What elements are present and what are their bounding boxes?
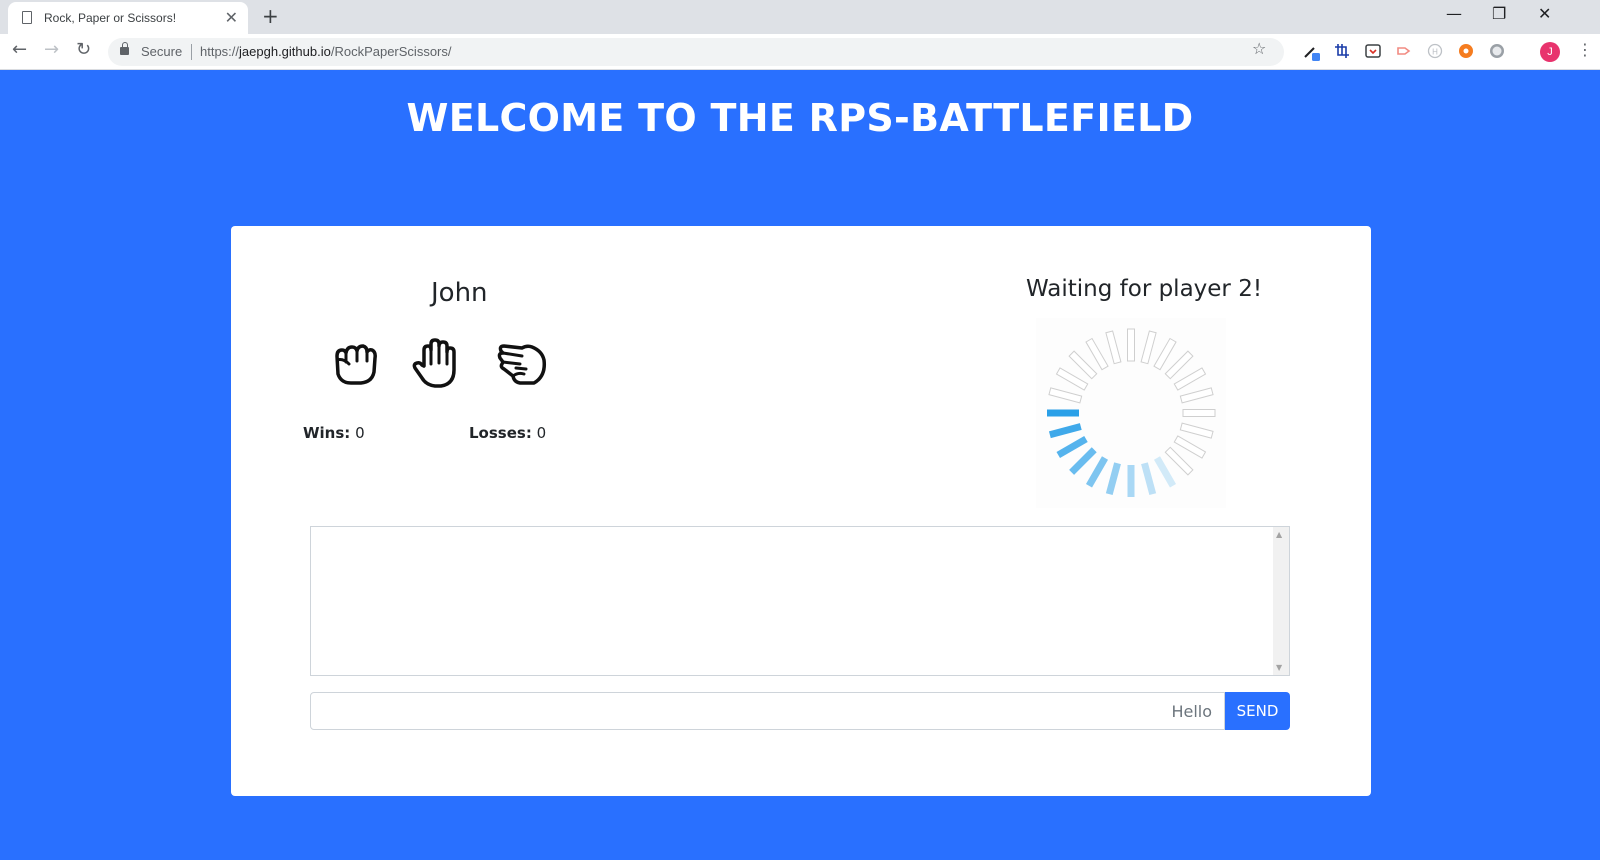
tab-title: Rock, Paper or Scissors!	[44, 11, 177, 25]
lock-icon	[120, 42, 129, 55]
spinner-segment	[1179, 422, 1214, 439]
back-button[interactable]: ←	[12, 39, 27, 60]
address-bar[interactable]: Secure https://jaepgh.github.io/RockPape…	[108, 38, 1284, 66]
chat-scrollbar[interactable]: ▲ ▼	[1273, 527, 1289, 675]
rock-choice-icon[interactable]	[327, 336, 381, 390]
losses-stat: Losses: 0	[469, 424, 546, 442]
forward-button[interactable]: →	[44, 39, 59, 60]
spinner-segment	[1127, 465, 1135, 497]
menu-icon[interactable]: ⋮	[1577, 40, 1593, 59]
player1-name: John	[431, 278, 488, 308]
pocket-extension-icon[interactable]	[1365, 43, 1381, 59]
tab-close-icon[interactable]: ✕	[225, 8, 238, 27]
spinner-segment	[1127, 328, 1135, 362]
spinner-segment	[1105, 462, 1121, 496]
spinner-segment	[1085, 337, 1109, 371]
gray-extension-icon[interactable]	[1489, 43, 1505, 59]
reload-button[interactable]: ↻	[76, 39, 91, 60]
spinner-segment	[1048, 423, 1082, 439]
spinner-segment	[1164, 446, 1194, 476]
spinner-segment	[1085, 456, 1109, 488]
close-window-button[interactable]: ✕	[1538, 4, 1551, 23]
minimize-button[interactable]: —	[1446, 4, 1462, 23]
spinner-segment	[1068, 350, 1098, 380]
wins-stat: Wins: 0	[303, 424, 365, 442]
wins-value: 0	[355, 424, 365, 442]
hub-extension-icon[interactable]: H	[1427, 43, 1443, 59]
url-text[interactable]: https://jaepgh.github.io/RockPaperScisso…	[200, 44, 452, 59]
wins-label: Wins:	[303, 424, 351, 442]
spinner-segment	[1140, 330, 1157, 365]
spinner-segment	[1048, 387, 1083, 404]
scissors-choice-icon[interactable]	[494, 336, 548, 390]
pen-extension-icon[interactable]	[1303, 43, 1320, 61]
losses-value: 0	[536, 424, 547, 442]
spinner-segment	[1173, 435, 1207, 459]
bookmark-star-icon[interactable]: ☆	[1252, 39, 1266, 58]
spinner-segment	[1153, 337, 1177, 371]
restore-button[interactable]: ❐	[1492, 4, 1506, 23]
url-scheme: https://	[200, 44, 240, 59]
profile-avatar[interactable]: J	[1540, 42, 1560, 62]
page-icon	[22, 11, 32, 24]
spinner-segment	[1153, 456, 1177, 488]
chat-log[interactable]: ▲ ▼	[310, 526, 1290, 676]
send-button[interactable]: SEND	[1225, 692, 1290, 730]
browser-tab[interactable]: Rock, Paper or Scissors! ✕	[8, 2, 248, 34]
tab-bar: Rock, Paper or Scissors! ✕ + — ❐ ✕	[0, 0, 1600, 34]
scroll-up-icon[interactable]: ▲	[1276, 530, 1282, 539]
scroll-down-icon[interactable]: ▼	[1276, 663, 1282, 672]
page-title: WELCOME TO THE RPS-BATTLEFIELD	[406, 96, 1194, 140]
losses-label: Losses:	[469, 424, 532, 442]
game-card: John Wins: 0 Losses: 0 Waiting for playe…	[231, 226, 1371, 796]
spinner-segment	[1055, 367, 1089, 391]
spinner-segment	[1141, 462, 1157, 496]
player2-status: Waiting for player 2!	[1026, 276, 1263, 302]
spinner-segment	[1105, 330, 1122, 365]
spinner-segment	[1179, 387, 1214, 404]
loading-spinner	[1036, 318, 1226, 508]
chat-message-input[interactable]	[310, 692, 1225, 730]
url-host: jaepgh.github.io	[239, 44, 331, 59]
crop-extension-icon[interactable]	[1334, 43, 1350, 59]
divider	[191, 44, 192, 60]
spinner-segment	[1164, 350, 1194, 380]
url-path: /RockPaperScissors/	[330, 44, 452, 59]
new-tab-button[interactable]: +	[262, 4, 279, 28]
spinner-segment	[1056, 435, 1088, 459]
paper-choice-icon[interactable]	[409, 336, 463, 390]
secure-label: Secure	[141, 44, 183, 59]
spinner-segment	[1047, 409, 1079, 417]
svg-text:H: H	[1432, 48, 1438, 57]
navigation-bar: ← → ↻ Secure https://jaepgh.github.io/Ro…	[0, 34, 1600, 70]
spinner-segment	[1173, 367, 1207, 391]
spinner-segment	[1069, 447, 1097, 475]
share-extension-icon[interactable]	[1396, 43, 1412, 59]
orange-extension-icon[interactable]	[1458, 43, 1474, 59]
spinner-segment	[1182, 409, 1216, 417]
